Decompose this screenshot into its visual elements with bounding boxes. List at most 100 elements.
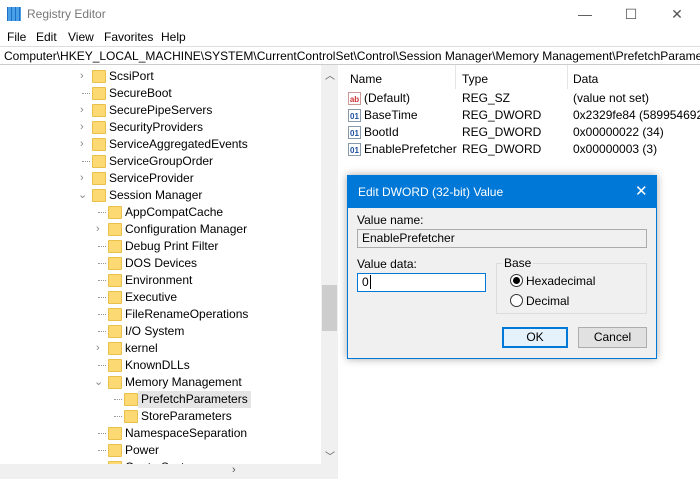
tree-item-label: ServiceProvider: [109, 171, 194, 185]
tree-item[interactable]: PrefetchParameters: [0, 391, 321, 408]
value-data-text: 0: [362, 275, 369, 289]
tree-item-label: Session Manager: [109, 188, 203, 202]
value-row[interactable]: 01 BaseTime REG_DWORD 0x2329fe84 (589954692…: [342, 107, 700, 124]
folder-icon: [92, 138, 106, 151]
column-header-data[interactable]: Data: [573, 72, 598, 86]
tree-item[interactable]: KnownDLLs: [0, 357, 321, 374]
menu-favorites[interactable]: Favorites: [104, 30, 153, 44]
cancel-button[interactable]: Cancel: [578, 327, 647, 348]
chevron-down-icon[interactable]: ⌄: [94, 374, 103, 391]
menu-edit[interactable]: Edit: [36, 30, 57, 44]
tree-item[interactable]: Executive: [0, 289, 321, 306]
menu-file[interactable]: File: [7, 30, 26, 44]
tree-item[interactable]: › SecurePipeServers: [0, 102, 321, 119]
base-label: Base: [502, 256, 534, 270]
tree-item[interactable]: SecureBoot: [0, 85, 321, 102]
scroll-up-icon[interactable]: ︿: [325, 67, 335, 82]
decimal-label[interactable]: Decimal: [526, 294, 569, 308]
tree-item-label: SecurityProviders: [109, 120, 204, 134]
tree-line: [98, 314, 106, 315]
tree-item-label: ServiceAggregatedEvents: [109, 137, 248, 151]
tree-item-label: Power: [125, 443, 160, 457]
dialog-close-icon[interactable]: ✕: [635, 182, 648, 200]
close-button[interactable]: ✕: [654, 0, 700, 30]
folder-icon: [108, 359, 122, 372]
tree-item-label: SecurePipeServers: [109, 103, 213, 117]
value-type: REG_SZ: [462, 91, 511, 105]
decimal-radio[interactable]: [510, 294, 523, 307]
tree-item[interactable]: › ServiceProvider: [0, 170, 321, 187]
menu-view[interactable]: View: [68, 30, 94, 44]
column-divider[interactable]: [455, 65, 456, 89]
value-row[interactable]: ab (Default) REG_SZ (value not set): [342, 90, 700, 107]
tree-horizontal-scrollbar[interactable]: ›: [0, 464, 338, 479]
tree-item[interactable]: I/O System: [0, 323, 321, 340]
column-divider[interactable]: [567, 65, 568, 89]
tree-line: [98, 433, 106, 434]
scrollbar-thumb[interactable]: [322, 285, 337, 331]
folder-icon: [108, 308, 122, 321]
hexadecimal-label[interactable]: Hexadecimal: [526, 274, 595, 288]
chevron-right-icon[interactable]: ›: [96, 340, 100, 357]
tree-item-label: DOS Devices: [125, 256, 198, 270]
chevron-down-icon[interactable]: ⌄: [78, 187, 87, 204]
tree-item[interactable]: ⌄ Memory Management: [0, 374, 321, 391]
scroll-right-icon[interactable]: ›: [232, 464, 236, 476]
tree-item[interactable]: › SecurityProviders: [0, 119, 321, 136]
scroll-down-icon[interactable]: ﹀: [325, 448, 335, 463]
tree-item[interactable]: Debug Print Filter: [0, 238, 321, 255]
tree-vertical-scrollbar[interactable]: ︿ ﹀: [321, 65, 338, 464]
value-row[interactable]: 01 EnablePrefetcher REG_DWORD 0x00000003 (3…: [342, 141, 700, 158]
chevron-right-icon[interactable]: ›: [80, 102, 84, 119]
tree-item[interactable]: › kernel: [0, 340, 321, 357]
tree-item[interactable]: Environment: [0, 272, 321, 289]
column-header-name[interactable]: Name: [350, 72, 382, 86]
chevron-right-icon[interactable]: ›: [80, 170, 84, 187]
tree-item[interactable]: › Configuration Manager: [0, 221, 321, 238]
value-data: (value not set): [573, 91, 650, 105]
tree-item[interactable]: › ScsiPort: [0, 68, 321, 85]
folder-icon: [92, 87, 106, 100]
value-name-field: EnablePrefetcher: [357, 229, 647, 248]
folder-icon: [92, 70, 106, 83]
tree-item[interactable]: NamespaceSeparation: [0, 425, 321, 442]
folder-icon: [108, 444, 122, 457]
tree-item[interactable]: › ServiceAggregatedEvents: [0, 136, 321, 153]
binary-value-icon: 01: [348, 126, 361, 139]
tree-line: [98, 212, 106, 213]
tree-item-label: ServiceGroupOrder: [109, 154, 214, 168]
chevron-right-icon[interactable]: ›: [96, 221, 100, 238]
tree-item[interactable]: AppCompatCache: [0, 204, 321, 221]
tree-line: [98, 331, 106, 332]
address-bar[interactable]: Computer\HKEY_LOCAL_MACHINE\SYSTEM\Curre…: [0, 46, 700, 65]
string-value-icon: ab: [348, 92, 361, 105]
binary-value-icon: 01: [348, 143, 361, 156]
value-type: REG_DWORD: [462, 125, 542, 139]
chevron-right-icon[interactable]: ›: [80, 136, 84, 153]
value-row[interactable]: 01 BootId REG_DWORD 0x00000022 (34): [342, 124, 700, 141]
chevron-right-icon[interactable]: ›: [80, 68, 84, 85]
value-data-label: Value data:: [357, 257, 417, 271]
value-data: 0x00000022 (34): [573, 125, 664, 139]
hexadecimal-radio[interactable]: [510, 274, 523, 287]
folder-icon: [108, 274, 122, 287]
minimize-button[interactable]: —: [562, 0, 608, 30]
edit-dword-dialog: Edit DWORD (32-bit) Value ✕ Value name: …: [347, 175, 657, 359]
value-data-input[interactable]: 0: [357, 273, 486, 292]
tree-item[interactable]: FileRenameOperations: [0, 306, 321, 323]
chevron-right-icon[interactable]: ›: [80, 119, 84, 136]
tree-item[interactable]: StoreParameters: [0, 408, 321, 425]
column-header-type[interactable]: Type: [462, 72, 488, 86]
folder-icon: [92, 155, 106, 168]
tree-line: [114, 416, 122, 417]
tree-item[interactable]: DOS Devices: [0, 255, 321, 272]
tree-line: [98, 365, 106, 366]
ok-button[interactable]: OK: [502, 327, 568, 348]
tree-item[interactable]: ⌄ Session Manager: [0, 187, 321, 204]
maximize-button[interactable]: ☐: [608, 0, 654, 30]
tree-item-label: kernel: [125, 341, 158, 355]
tree-item[interactable]: Power: [0, 442, 321, 459]
tree-item[interactable]: ServiceGroupOrder: [0, 153, 321, 170]
menu-help[interactable]: Help: [161, 30, 186, 44]
tree-line: [98, 297, 106, 298]
